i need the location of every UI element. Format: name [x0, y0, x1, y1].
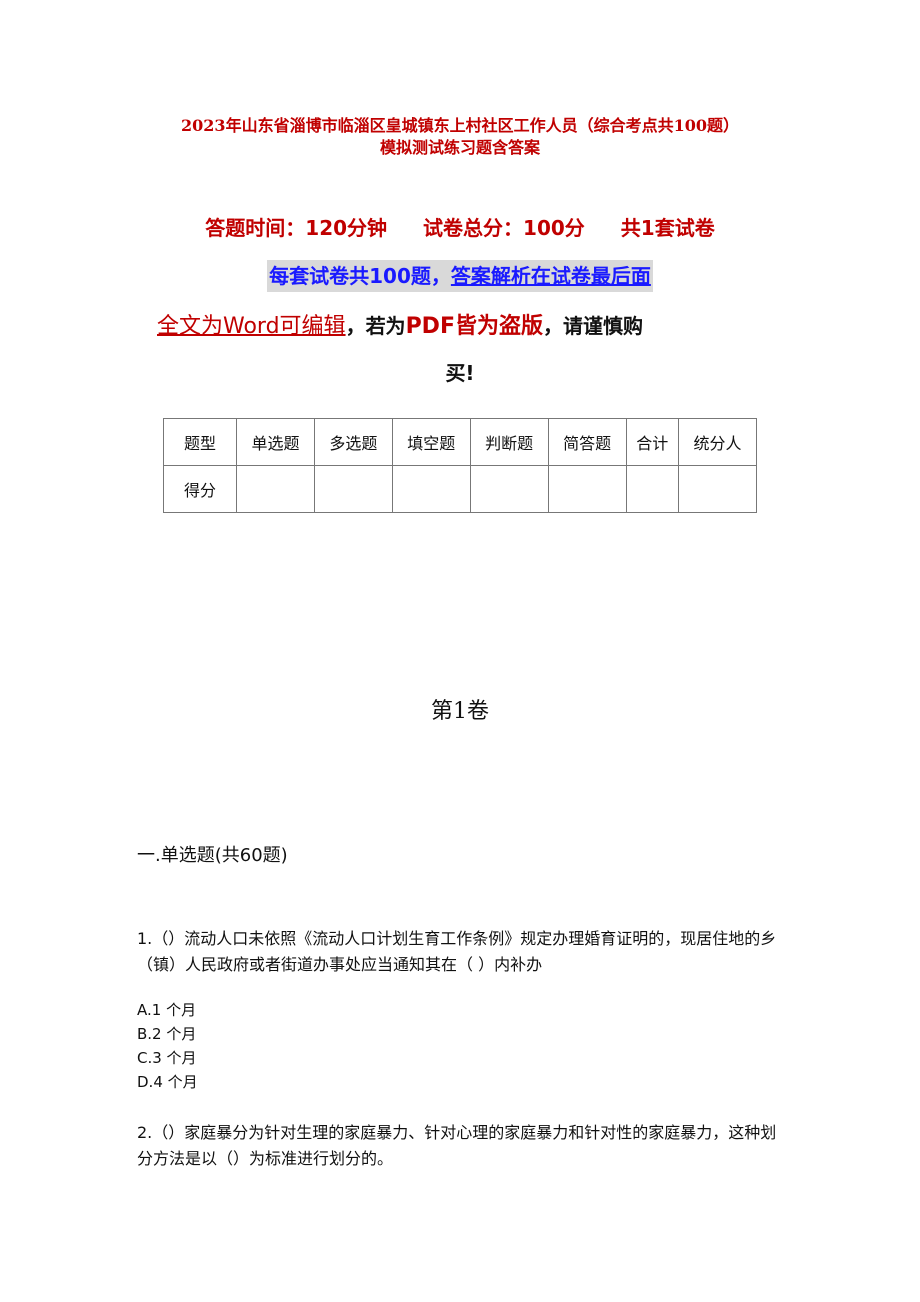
score-table-row: 得分	[163, 465, 757, 513]
editable-notice: 全文为Word可编辑，若为PDF皆为盗版，请谨慎购	[157, 308, 777, 345]
question-1-options: A.1 个月 B.2 个月 C.3 个月 D.4 个月	[137, 998, 198, 1094]
score-input-cell[interactable]	[547, 465, 627, 513]
section-title: 一.单选题(共60题)	[137, 845, 288, 866]
table-cell: 得分	[163, 465, 237, 513]
document-title-line-1: 2023年山东省淄博市临淄区皇城镇东上村社区工作人员（综合考点共100题）	[181, 116, 739, 135]
punctuation: ，	[542, 314, 563, 338]
notice-banner: 每套试卷共100题，答案解析在试卷最后面	[0, 260, 920, 292]
notice-highlight: 每套试卷共100题，答案解析在试卷最后面	[267, 260, 653, 292]
table-cell: 填空题	[391, 418, 471, 466]
table-cell: 合计	[625, 418, 680, 466]
score-input-cell[interactable]	[678, 465, 757, 513]
score-table: 题型 单选题 多选题 填空题 判断题 简答题 合计 统分人 得分	[163, 418, 757, 513]
caution-text: 请谨慎购	[562, 314, 643, 338]
score-input-cell[interactable]	[625, 465, 680, 513]
table-cell: 简答题	[547, 418, 627, 466]
notice-text: 每套试卷共100题，	[269, 264, 451, 288]
punctuation: ，	[345, 314, 366, 338]
volume-title: 第1卷	[431, 699, 489, 724]
option-a: A.1 个月	[137, 1001, 197, 1019]
question-1: 1.（）流动人口未依照《流动人口计划生育工作条例》规定办理婚育证明的，现居住地的…	[137, 929, 777, 974]
notice-link[interactable]: 答案解析在试卷最后面	[451, 264, 651, 288]
caution-text-end: 买!	[445, 361, 475, 385]
document-title-line-2: 模拟测试练习题含答案	[379, 138, 540, 157]
editable-text: 若为	[365, 314, 406, 338]
table-cell: 题型	[163, 418, 237, 466]
score-input-cell[interactable]	[313, 465, 393, 513]
table-cell: 统分人	[678, 418, 757, 466]
exam-meta: 答题时间：120分钟 试卷总分：100分 共1套试卷	[0, 213, 920, 243]
question-2: 2.（）家庭暴分为针对生理的家庭暴力、针对心理的家庭暴力和针对性的家庭暴力，这种…	[137, 1123, 777, 1168]
table-cell: 多选题	[313, 418, 393, 466]
score-input-cell[interactable]	[391, 465, 471, 513]
option-c: C.3 个月	[137, 1049, 197, 1067]
score-table-header-row: 题型 单选题 多选题 填空题 判断题 简答题 合计 统分人	[163, 418, 757, 466]
exam-time: 答题时间：120分钟	[205, 216, 388, 240]
table-cell: 单选题	[236, 418, 315, 466]
option-d: D.4 个月	[137, 1073, 198, 1091]
exam-total-score: 试卷总分：100分	[423, 216, 585, 240]
table-cell: 判断题	[469, 418, 549, 466]
score-input-cell[interactable]	[236, 465, 315, 513]
editable-link[interactable]: 全文为Word可编辑	[157, 314, 346, 339]
exam-sets: 共1套试卷	[620, 216, 715, 240]
piracy-warning: PDF皆为盗版	[405, 314, 543, 339]
score-input-cell[interactable]	[469, 465, 549, 513]
option-b: B.2 个月	[137, 1025, 197, 1043]
